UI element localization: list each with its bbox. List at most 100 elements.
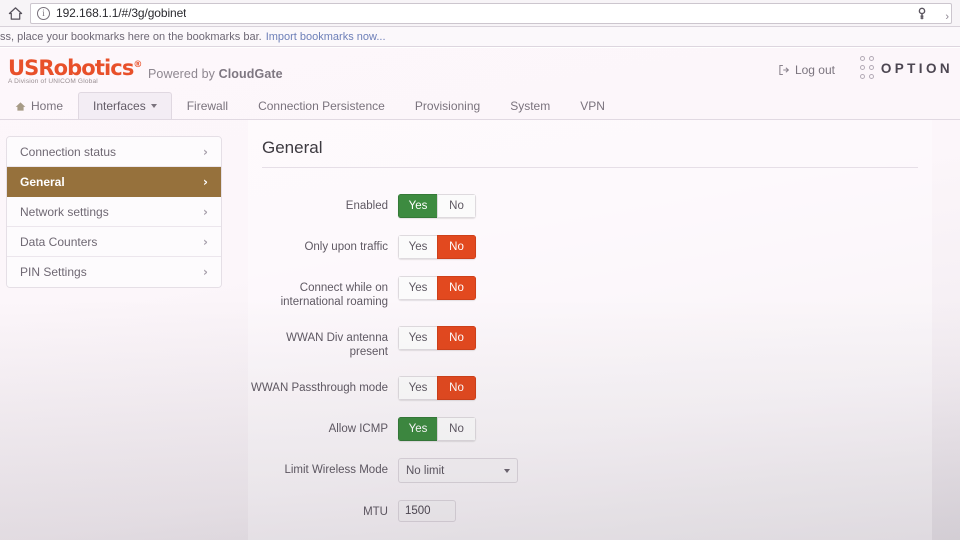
nav-label-provisioning: Provisioning [414,99,481,113]
toggle-enabled-no[interactable]: No [437,194,476,218]
nav-item-connection-persistence[interactable]: Connection Persistence [243,92,400,119]
toggle-international-roaming-no[interactable]: No [437,276,476,300]
input-mtu[interactable]: 1500 [398,500,456,522]
brand-name: USRobotics® [8,54,142,79]
brand-name-text: USRobotics [8,56,134,80]
nav-item-firewall[interactable]: Firewall [172,92,243,119]
select-limit-wireless-mode[interactable]: No limit [398,458,518,483]
control-wwan-div-antenna: Yes No [398,326,932,350]
toggle-only-upon-traffic-yes[interactable]: Yes [398,235,437,259]
site-header: USRobotics® A Division of UNICOM Global … [0,48,960,93]
page-title: General [262,138,323,157]
sidebar-label-pin-settings: PIN Settings [20,265,87,279]
label-mtu: MTU [363,506,388,518]
label-limit-wireless-mode: Limit Wireless Mode [284,464,388,476]
label-international-roaming: Connect while on international roaming [280,282,388,308]
toggle-wwan-div-antenna-no[interactable]: No [437,326,476,350]
nav-item-interfaces[interactable]: Interfaces [78,92,172,119]
control-enabled: Yes No [398,194,932,218]
info-icon[interactable]: i [37,6,50,20]
label-allow-icmp: Allow ICMP [328,423,388,435]
label-only-upon-traffic: Only upon traffic [304,241,388,253]
chevron-down-icon [150,104,157,108]
control-allow-icmp: Yes No [398,417,932,441]
toggle-allow-icmp[interactable]: Yes No [398,417,476,441]
url-text: 192.168.1.1/#/3g/gobinet [56,6,187,20]
label-wwan-passthrough: WWAN Passthrough mode [251,382,388,394]
nav-item-provisioning[interactable]: Provisioning [400,92,495,119]
sidebar-label-network-settings: Network settings [20,204,109,219]
home-icon[interactable] [0,0,30,27]
control-limit-wireless-mode: No limit [398,458,932,483]
logout-label: Log out [794,63,835,77]
form-row-only-upon-traffic: Only upon traffic Yes No [248,235,932,259]
house-icon [15,101,26,111]
control-mtu: 1500 [398,500,932,522]
address-bar[interactable]: i 192.168.1.1/#/3g/gobinet › [30,2,952,24]
form-row-international-roaming: Connect while on international roaming Y… [248,276,932,309]
nav-label-vpn: VPN [580,99,605,113]
toggle-international-roaming-yes[interactable]: Yes [398,276,437,300]
toggle-wwan-passthrough[interactable]: Yes No [398,376,476,400]
bookmarks-bar: ss, place your bookmarks here on the boo… [0,27,960,47]
bookmarks-hint-text: ss, place your bookmarks here on the boo… [0,30,262,43]
toggle-international-roaming[interactable]: Yes No [398,276,476,300]
toggle-only-upon-traffic-no[interactable]: No [437,235,476,259]
toggle-wwan-div-antenna-yes[interactable]: Yes [398,326,437,350]
toggle-wwan-passthrough-yes[interactable]: Yes [398,376,437,400]
toggle-only-upon-traffic[interactable]: Yes No [398,235,476,259]
sidebar-item-pin-settings[interactable]: PIN Settings › [7,257,221,287]
nav-item-home[interactable]: Home [0,92,78,119]
import-bookmarks-link[interactable]: Import bookmarks now... [266,31,386,43]
sidebar-item-general[interactable]: General › [7,167,221,197]
control-international-roaming: Yes No [398,276,932,300]
form-row-limit-wireless-mode: Limit Wireless Mode No limit [248,458,932,483]
powered-by-brand: CloudGate [218,67,283,81]
toggle-allow-icmp-no[interactable]: No [437,417,476,441]
content-area: Connection status › General › Network se… [0,120,960,540]
logout-icon [779,64,790,76]
powered-by-prefix: Powered by [148,67,219,81]
form-row-wwan-passthrough: WWAN Passthrough mode Yes No [248,376,932,400]
nav-label-connection-persistence: Connection Persistence [258,99,385,113]
chevron-right-icon: › [203,234,208,249]
option-logo: OPTION [859,56,953,81]
toggle-enabled-yes[interactable]: Yes [398,194,437,218]
sidebar-item-connection-status[interactable]: Connection status › [7,137,221,167]
nav-label-firewall: Firewall [186,99,229,113]
chevron-right-icon: › [203,144,208,159]
option-dot-grid-icon [859,56,876,81]
sidebar-item-network-settings[interactable]: Network settings › [7,197,221,227]
chevron-right-icon: › [203,174,208,189]
general-settings-form: Enabled Yes No Only upon traffic Yes No … [248,168,932,522]
main-navigation: Home Interfaces Firewall Connection Pers… [0,92,960,120]
toggle-enabled[interactable]: Yes No [398,194,476,218]
key-icon[interactable] [915,7,929,21]
select-limit-wireless-mode-value: No limit [406,464,445,477]
web-page: USRobotics® A Division of UNICOM Global … [0,48,960,540]
sidebar-label-general: General [20,174,65,189]
label-wwan-div-antenna: WWAN Div antenna present [286,332,388,358]
toggle-allow-icmp-yes[interactable]: Yes [398,417,437,441]
toggle-wwan-passthrough-no[interactable]: No [437,376,476,400]
toggle-wwan-div-antenna[interactable]: Yes No [398,326,476,350]
logout-button[interactable]: Log out [778,63,835,77]
nav-label-system: System [510,99,551,113]
brand-logo[interactable]: USRobotics® A Division of UNICOM Global [8,54,142,85]
chevron-right-icon: › [203,204,208,219]
chevron-down-icon [504,468,510,473]
browser-chrome: i 192.168.1.1/#/3g/gobinet › [0,0,960,27]
chevron-right-icon: › [203,265,208,279]
nav-label-interfaces: Interfaces [93,99,146,113]
label-enabled: Enabled [345,200,388,212]
nav-item-system[interactable]: System [495,92,565,119]
sidebar-label-connection-status: Connection status [20,144,117,159]
sidebar-item-data-counters[interactable]: Data Counters › [7,227,221,257]
home-icon-glyph [8,6,22,20]
form-row-wwan-div-antenna: WWAN Div antenna present Yes No [248,326,932,359]
sidebar-label-data-counters: Data Counters [20,234,98,249]
brand-trademark: ® [133,60,142,70]
control-only-upon-traffic: Yes No [398,235,932,259]
form-row-allow-icmp: Allow ICMP Yes No [248,417,932,441]
nav-item-vpn[interactable]: VPN [565,92,620,119]
